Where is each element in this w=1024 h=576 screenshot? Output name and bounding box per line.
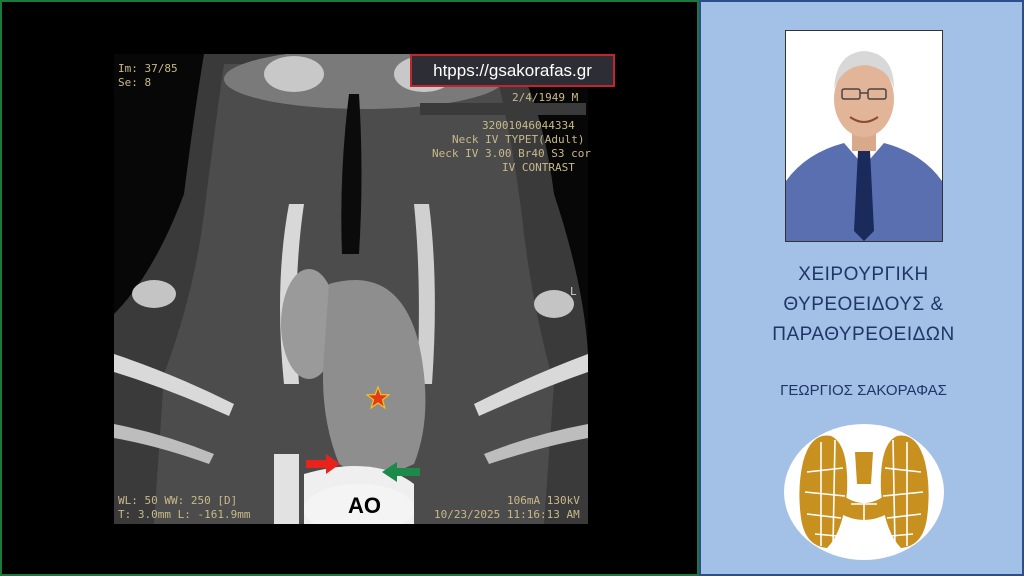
series-number: Se: 8 bbox=[118, 76, 152, 89]
website-link[interactable]: htpps://gsakorafas.gr bbox=[410, 54, 615, 87]
contrast-label: IV CONTRAST bbox=[502, 161, 575, 174]
scan-datetime: 10/23/2025 11:16:13 AM bbox=[434, 508, 580, 521]
green-arrow-icon bbox=[382, 462, 420, 482]
protocol-line1: Neck IV TYPET(Adult) bbox=[452, 133, 585, 146]
star-marker-icon bbox=[366, 386, 390, 410]
author-portrait bbox=[786, 31, 942, 241]
ct-slide-panel: Im: 37/85 Se: 8 2/4/1949 M 3200104604433… bbox=[0, 0, 699, 576]
image-number: Im: 37/85 bbox=[118, 62, 178, 75]
study-id: 32001046044334 bbox=[482, 119, 575, 132]
tube-settings: 106mA 130kV bbox=[507, 494, 580, 507]
author-name: ΓΕΩΡΓΙΟΣ ΣΑΚΟΡΑΦΑΣ bbox=[780, 382, 947, 399]
window-level: WL: 50 WW: 250 [D] bbox=[118, 494, 238, 507]
red-arrow-icon bbox=[306, 454, 340, 474]
thyroid-logo-icon bbox=[784, 424, 944, 560]
slice-thickness: T: 3.0mm L: -161.9mm bbox=[118, 508, 251, 521]
redaction-bar bbox=[420, 103, 586, 115]
protocol-line2: Neck IV 3.00 Br40 S3 cor bbox=[432, 147, 591, 160]
side-marker: L bbox=[570, 285, 577, 298]
sidebar-panel: ΧΕΙΡΟΥΡΓΙΚΗ ΘΥΡΕΟΕΙΔΟΥΣ & ΠΑΡΑΘΥΡΕΟΕΙΔΩΝ… bbox=[699, 0, 1024, 576]
author-photo bbox=[785, 30, 943, 242]
title-line-2: ΘΥΡΕΟΕΙΔΟΥΣ & bbox=[783, 294, 944, 315]
title-line-1: ΧΕΙΡΟΥΡΓΙΚΗ bbox=[798, 264, 929, 285]
aorta-label: AO bbox=[348, 493, 381, 518]
title-line-3: ΠΑΡΑΘΥΡΕΟΕΙΔΩΝ bbox=[772, 324, 955, 345]
